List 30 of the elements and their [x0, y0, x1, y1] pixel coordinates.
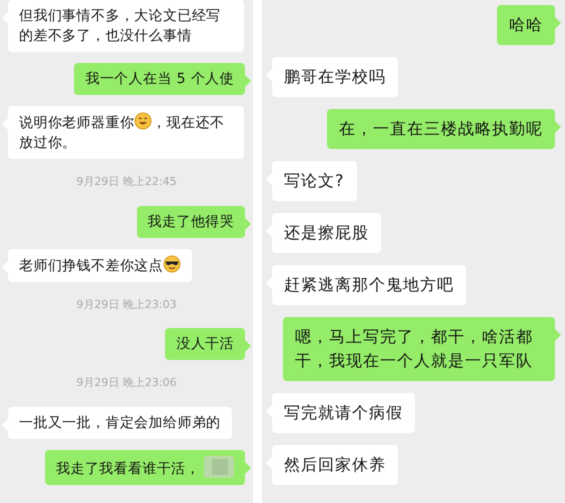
timestamp: 9月29日 晚上23:06	[76, 375, 177, 391]
received-message: 还是擦屁股	[272, 213, 381, 253]
blurred-icon	[204, 456, 234, 478]
bubble-tail	[245, 462, 251, 474]
sent-message: 我走了他得哭	[136, 206, 245, 238]
received-message: 写完就请个病假	[272, 393, 415, 433]
grin-emoji-icon	[134, 112, 152, 130]
received-message: 写论文?	[272, 161, 356, 201]
bubble-tail	[245, 218, 251, 230]
sent-message: 我一个人在当 5 个人使	[74, 63, 245, 95]
sunglasses-emoji-icon	[163, 254, 181, 272]
received-message: 赶紧逃离那个鬼地方吧	[272, 265, 466, 305]
bubble-tail	[555, 17, 561, 29]
received-message: 老师们挣钱不差你这点	[8, 248, 192, 282]
received-message: 鹏哥在学校吗	[272, 57, 398, 97]
bubble-tail	[555, 329, 561, 341]
bubble-tail	[555, 121, 561, 133]
timestamp: 9月29日 晚上23:03	[76, 296, 177, 312]
sent-message: 我走了我看看谁干活，	[45, 450, 245, 484]
received-message: 说明你老师器重你 ，现在还不放过你。	[8, 106, 244, 159]
sent-message: 没人干活	[165, 328, 245, 360]
bubble-tail	[245, 75, 251, 87]
sent-message: 哈哈	[497, 5, 555, 45]
timestamp: 9月29日 晚上22:45	[76, 174, 177, 190]
received-message: 然后回家休养	[272, 445, 398, 485]
bubble-tail	[245, 340, 251, 352]
received-message: 一批又一批，肯定会加给师弟的	[8, 406, 232, 438]
received-message: 但我们事情不多，大论文已经写的差不多了，也没什么事情	[8, 0, 244, 52]
sent-message: 嗯，马上写完了，都干，啥活都干，我现在一个人就是一只军队	[283, 317, 555, 381]
sent-message: 在，一直在三楼战略执勤呢	[327, 109, 555, 149]
